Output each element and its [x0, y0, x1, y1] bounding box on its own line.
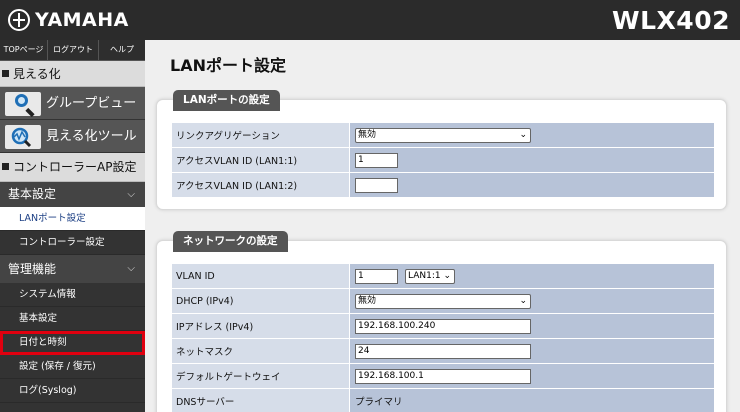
dhcp-value: 無効: [358, 295, 377, 306]
section-visualize: 見える化: [0, 61, 145, 87]
network-panel: ネットワークの設定 VLAN ID 1 LAN1:1 ⌄ DHCP (IPv4) …: [156, 231, 727, 412]
visualize-tool-icon: [5, 125, 41, 149]
table-row: デフォルトゲートウェイ 192.168.100.1: [171, 363, 715, 389]
lan-port-table: リンクアグリゲーション 無効 ⌄ アクセスVLAN ID (LAN1:1) 1 ア…: [171, 122, 715, 198]
table-row: リンクアグリゲーション 無効 ⌄: [171, 122, 715, 148]
network-panel-title: ネットワークの設定: [173, 231, 288, 252]
dns-server-label: DNSサーバー: [171, 388, 350, 412]
vlan-id-input[interactable]: 1: [355, 268, 398, 284]
main-content: LANポート設定 LANポートの設定 リンクアグリゲーション 無効 ⌄ アクセスV…: [145, 40, 740, 412]
model-name: WLX402: [612, 6, 730, 35]
yamaha-tuning-fork-icon: [8, 9, 30, 31]
sidebar-item-date-time[interactable]: 日付と時刻: [0, 331, 145, 355]
sidebar-item-controller[interactable]: コントローラー設定: [0, 231, 145, 255]
logo-text: YAMAHA: [35, 9, 129, 31]
lan-port-panel: LANポートの設定 リンクアグリゲーション 無効 ⌄ アクセスVLAN ID (L…: [156, 90, 727, 210]
chevron-down-icon: ⌄: [519, 129, 527, 140]
app-header: YAMAHA WLX402: [0, 0, 740, 40]
access-vlan-lan1-2-input[interactable]: [355, 177, 398, 193]
chevron-down-icon: ⌄: [443, 270, 452, 281]
netmask-label: ネットマスク: [171, 338, 350, 364]
group-admin[interactable]: 管理機能 ⌵: [0, 255, 145, 283]
ip-address-label: IPアドレス (IPv4): [171, 313, 350, 339]
visualize-tool-button[interactable]: 見える化ツール: [0, 120, 145, 153]
sidebar-item-lan-port[interactable]: LANポート設定: [0, 207, 145, 231]
logout-link[interactable]: ログアウト: [48, 40, 99, 60]
page-title: LANポート設定: [170, 56, 286, 75]
sidebar-item-system-info[interactable]: システム情報: [0, 283, 145, 307]
table-row: DHCP (IPv4) 無効 ⌄: [171, 288, 715, 314]
section-controller-label: コントローラーAP設定: [13, 160, 137, 174]
dhcp-label: DHCP (IPv4): [171, 288, 350, 314]
vlan-port-select[interactable]: LAN1:1 ⌄: [405, 268, 456, 284]
table-row: DNSサーバー プライマリ: [171, 388, 715, 412]
group-basic-label: 基本設定: [8, 187, 57, 201]
chevron-down-icon: ⌄: [519, 295, 527, 306]
yamaha-logo: YAMAHA: [8, 8, 129, 32]
ip-address-input[interactable]: 192.168.100.240: [355, 318, 531, 334]
table-row: IPアドレス (IPv4) 192.168.100.240: [171, 313, 715, 339]
vlan-port-value: LAN1:1: [408, 270, 441, 281]
table-row: アクセスVLAN ID (LAN1:1) 1: [171, 147, 715, 173]
group-basic-settings[interactable]: 基本設定 ⌵: [0, 182, 145, 207]
sidebar: TOPページ ログアウト ヘルプ 見える化 グループビュー 見える化ツール コン…: [0, 40, 145, 412]
network-table: VLAN ID 1 LAN1:1 ⌄ DHCP (IPv4) 無効 ⌄ IPアドレス…: [171, 263, 715, 412]
group-view-button[interactable]: グループビュー: [0, 87, 145, 120]
access-vlan-lan1-1-input[interactable]: 1: [355, 152, 398, 168]
sidebar-item-save-restore[interactable]: 設定 (保存 / 復元): [0, 355, 145, 379]
default-gateway-input[interactable]: 192.168.100.1: [355, 368, 531, 384]
link-aggregation-label: リンクアグリゲーション: [171, 122, 350, 148]
link-aggregation-value: 無効: [358, 129, 377, 140]
square-bullet-icon: [2, 70, 9, 77]
help-link[interactable]: ヘルプ: [99, 40, 145, 60]
sidebar-item-syslog[interactable]: ログ(Syslog): [0, 379, 145, 403]
top-page-link[interactable]: TOPページ: [0, 40, 48, 60]
top-nav: TOPページ ログアウト ヘルプ: [0, 40, 145, 61]
chevron-down-icon: ⌵: [127, 263, 135, 274]
group-view-label: グループビュー: [46, 96, 137, 111]
table-row: VLAN ID 1 LAN1:1 ⌄: [171, 263, 715, 289]
dns-primary-label: プライマリ: [355, 397, 403, 408]
lan-port-panel-title: LANポートの設定: [173, 90, 280, 111]
magnifier-icon: [5, 92, 41, 116]
group-admin-label: 管理機能: [8, 262, 57, 276]
section-controller: コントローラーAP設定: [0, 153, 145, 182]
default-gateway-label: デフォルトゲートウェイ: [171, 363, 350, 389]
section-visualize-label: 見える化: [13, 67, 61, 81]
chevron-down-icon: ⌵: [127, 189, 135, 200]
access-vlan-lan1-2-label: アクセスVLAN ID (LAN1:2): [171, 172, 350, 198]
square-bullet-icon: [2, 163, 9, 170]
visualize-tool-label: 見える化ツール: [46, 129, 137, 144]
sidebar-item-basic[interactable]: 基本設定: [0, 307, 145, 331]
dhcp-select[interactable]: 無効 ⌄: [355, 293, 531, 309]
table-row: アクセスVLAN ID (LAN1:2): [171, 172, 715, 198]
table-row: ネットマスク 24: [171, 338, 715, 364]
access-vlan-lan1-1-label: アクセスVLAN ID (LAN1:1): [171, 147, 350, 173]
netmask-input[interactable]: 24: [355, 343, 531, 359]
vlan-id-label: VLAN ID: [171, 263, 350, 289]
link-aggregation-select[interactable]: 無効 ⌄: [355, 127, 531, 143]
